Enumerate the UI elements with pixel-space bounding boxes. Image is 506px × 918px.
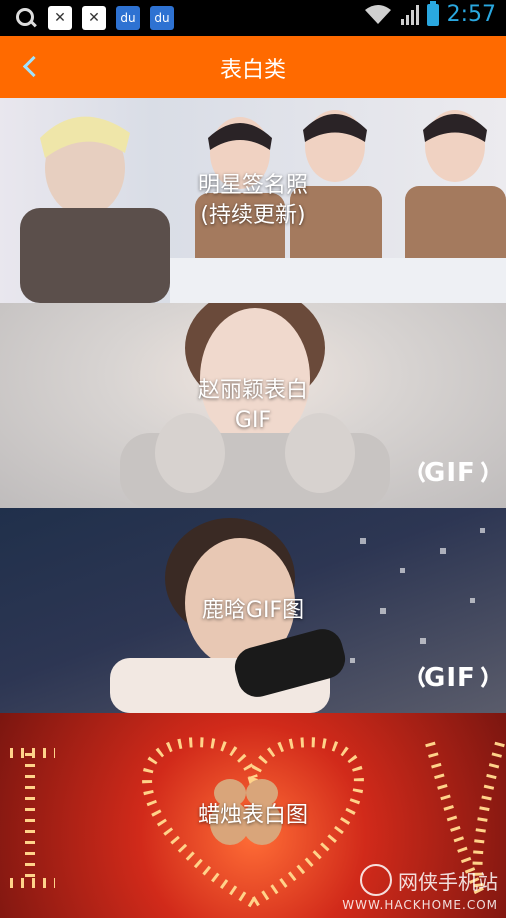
- list-item-candle-confession[interactable]: 蜡烛表白图 网侠手机站 WWW.HACKHOME.COM: [0, 713, 506, 918]
- gif-badge-icon: GIF: [414, 657, 492, 697]
- baidu-paw-icon: du: [150, 6, 174, 30]
- status-bar-system: 2:57: [363, 0, 496, 27]
- baidu-paw-icon: du: [116, 6, 140, 30]
- gif-badge-icon: GIF: [414, 452, 492, 492]
- clock: 2:57: [446, 2, 496, 27]
- status-bar-notifications: ✕ ✕ du du: [14, 6, 174, 30]
- status-bar: ✕ ✕ du du 2:57: [0, 0, 506, 36]
- watermark-logo-icon: [360, 864, 392, 896]
- card-label: 蜡烛表白图: [197, 802, 308, 828]
- wifi-icon: [364, 4, 391, 24]
- card-label: 明星签名照 (持续更新): [197, 172, 308, 228]
- signal-icon: [400, 4, 419, 25]
- app-bar: 表白类: [0, 36, 506, 98]
- search-icon: [14, 6, 38, 30]
- category-list: 明星签名照 (持续更新) 赵丽颖表白 GIF GIF 鹿晗GIF图 GIF 蜡烛…: [0, 98, 506, 918]
- battery-icon: [426, 0, 439, 26]
- notification-icon: ✕: [48, 6, 72, 30]
- page-title: 表白类: [219, 58, 286, 83]
- card-label: 赵丽颖表白 GIF: [197, 377, 308, 433]
- list-item-zhao-liying-gif[interactable]: 赵丽颖表白 GIF GIF: [0, 303, 506, 508]
- card-label: 鹿晗GIF图: [201, 597, 305, 623]
- notification-icon: ✕: [82, 6, 106, 30]
- watermark: 网侠手机站 WWW.HACKHOME.COM: [342, 864, 498, 912]
- list-item-celebrity-signatures[interactable]: 明星签名照 (持续更新): [0, 98, 506, 303]
- list-item-luhan-gif[interactable]: 鹿晗GIF图 GIF: [0, 508, 506, 713]
